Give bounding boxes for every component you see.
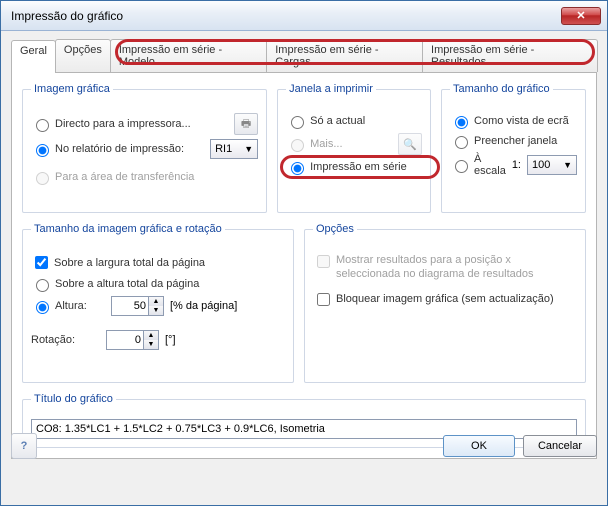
check-bloquear-imagem[interactable] xyxy=(317,293,330,306)
check-mostrar-resultados xyxy=(317,255,330,268)
select-relatorio-value: RI1 xyxy=(215,143,232,155)
tab-panel: Imagem gráfica Directo para a impressora… xyxy=(11,72,597,459)
label-largura-total: Sobre a largura total da página xyxy=(54,257,205,269)
window-title: Impressão do gráfico xyxy=(11,9,561,23)
radio-relatorio[interactable] xyxy=(36,144,49,157)
radio-clipboard xyxy=(36,172,49,185)
cancel-button[interactable]: Cancelar xyxy=(523,435,597,457)
help-icon: ? xyxy=(21,440,28,452)
legend-titulo: Título do gráfico xyxy=(31,393,116,405)
check-largura-total[interactable] xyxy=(35,256,48,269)
label-rotacao: Rotação: xyxy=(31,334,106,346)
select-escala-value: 100 xyxy=(532,159,550,171)
label-directo: Directo para a impressora... xyxy=(55,118,191,130)
radio-mais xyxy=(291,139,304,152)
tab-geral[interactable]: Geral xyxy=(11,40,56,73)
label-relatorio: No relatório de impressão: xyxy=(55,143,184,155)
radio-altura-total[interactable] xyxy=(36,279,49,292)
select-escala[interactable]: 100 ▼ xyxy=(527,155,577,175)
unit-altura: [% da página] xyxy=(170,300,237,312)
chevron-down-icon: ▼ xyxy=(244,144,253,154)
spinner-altura[interactable]: ▲▼ xyxy=(111,296,164,316)
search-icon: 🔍 xyxy=(403,138,417,151)
printer-icon: 🖶 xyxy=(241,115,251,134)
label-mostrar-resultados: Mostrar resultados para a posição x sele… xyxy=(336,253,577,282)
titlebar: Impressão do gráfico ✕ xyxy=(1,1,607,31)
spin-up-icon[interactable]: ▲ xyxy=(144,331,158,340)
radio-escala[interactable] xyxy=(455,160,468,173)
tab-serie-resultados[interactable]: Impressão em série - Resultados xyxy=(422,39,598,72)
label-escala-prefix: 1: xyxy=(512,159,521,171)
legend-tamanho-rotacao: Tamanho da imagem gráfica e rotação xyxy=(31,223,225,235)
radio-como-vista[interactable] xyxy=(455,116,468,129)
group-tamanho-grafico: Tamanho do gráfico Como vista de ecrã Pr… xyxy=(441,83,586,213)
label-preencher: Preencher janela xyxy=(474,135,557,147)
group-imagem-grafica: Imagem gráfica Directo para a impressora… xyxy=(22,83,267,213)
spin-down-icon[interactable]: ▼ xyxy=(144,340,158,349)
close-button[interactable]: ✕ xyxy=(561,7,601,25)
mais-icon-button: 🔍 xyxy=(398,133,422,155)
legend-opcoes: Opções xyxy=(313,223,357,235)
label-altura-total: Sobre a altura total da página xyxy=(55,278,199,290)
spinner-rotacao-input[interactable] xyxy=(107,331,143,349)
radio-altura[interactable] xyxy=(36,301,49,314)
label-escala: À escala xyxy=(474,153,506,177)
label-altura: Altura: xyxy=(55,300,111,312)
legend-janela: Janela a imprimir xyxy=(286,83,376,95)
legend-imagem: Imagem gráfica xyxy=(31,83,113,95)
legend-tamanho: Tamanho do gráfico xyxy=(450,83,553,95)
label-como-vista: Como vista de ecrã xyxy=(474,115,569,127)
footer: ? OK Cancelar xyxy=(11,433,597,459)
tab-serie-modelo[interactable]: Impressão em série - Modelo xyxy=(110,39,267,72)
tab-opcoes[interactable]: Opções xyxy=(55,39,111,72)
select-relatorio[interactable]: RI1 ▼ xyxy=(210,139,258,159)
tab-serie-cargas[interactable]: Impressão em série - Cargas xyxy=(266,39,423,72)
group-janela-imprimir: Janela a imprimir Só a actual Mais... 🔍 xyxy=(277,83,431,213)
radio-so-actual[interactable] xyxy=(291,116,304,129)
radio-directo-impressora[interactable] xyxy=(36,119,49,132)
label-clipboard: Para a área de transferência xyxy=(55,171,194,183)
unit-rotacao: [°] xyxy=(165,334,176,346)
spinner-rotacao[interactable]: ▲▼ xyxy=(106,330,159,350)
group-opcoes: Opções Mostrar resultados para a posição… xyxy=(304,223,586,383)
close-icon: ✕ xyxy=(576,9,585,22)
radio-preencher[interactable] xyxy=(455,136,468,149)
content: Geral Opções Impressão em série - Modelo… xyxy=(1,31,607,469)
label-mais: Mais... xyxy=(310,138,342,150)
spin-up-icon[interactable]: ▲ xyxy=(149,297,163,306)
radio-impressao-serie[interactable] xyxy=(291,162,304,175)
tabs: Geral Opções Impressão em série - Modelo… xyxy=(11,39,597,72)
help-button[interactable]: ? xyxy=(11,433,37,459)
label-impressao-serie: Impressão em série xyxy=(310,161,407,173)
dialog-window: Impressão do gráfico ✕ Geral Opções Impr… xyxy=(0,0,608,506)
spinner-altura-input[interactable] xyxy=(112,297,148,315)
chevron-down-icon: ▼ xyxy=(563,160,572,170)
label-so-actual: Só a actual xyxy=(310,115,365,127)
ok-button[interactable]: OK xyxy=(443,435,515,457)
printer-icon-button[interactable]: 🖶 xyxy=(234,113,258,135)
group-tamanho-rotacao: Tamanho da imagem gráfica e rotação Sobr… xyxy=(22,223,294,383)
spin-down-icon[interactable]: ▼ xyxy=(149,306,163,315)
label-bloquear: Bloquear imagem gráfica (sem actualizaçã… xyxy=(336,293,554,305)
